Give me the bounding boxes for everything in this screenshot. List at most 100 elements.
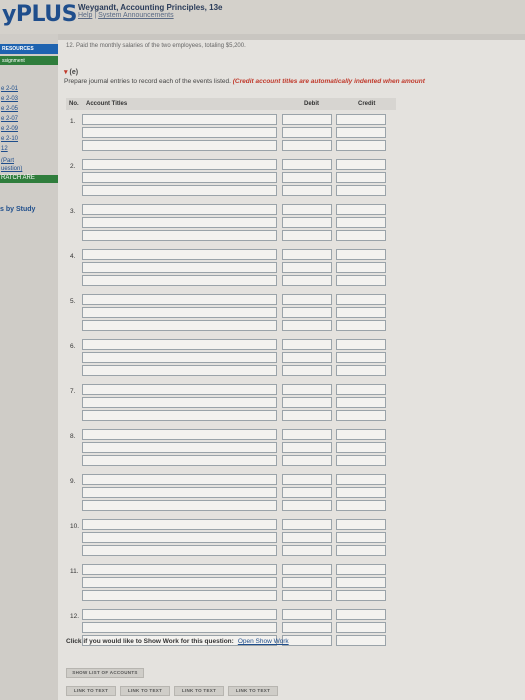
credit-input[interactable] xyxy=(336,500,386,511)
credit-input[interactable] xyxy=(336,545,386,556)
account-title-input[interactable] xyxy=(82,429,277,440)
account-title-input[interactable] xyxy=(82,577,277,588)
sidebar-item-1[interactable]: e 2-03 xyxy=(0,96,58,104)
credit-input[interactable] xyxy=(336,352,386,363)
debit-input[interactable] xyxy=(282,635,332,646)
credit-input[interactable] xyxy=(336,429,386,440)
debit-input[interactable] xyxy=(282,532,332,543)
debit-input[interactable] xyxy=(282,609,332,620)
account-title-input[interactable] xyxy=(82,230,277,241)
credit-input[interactable] xyxy=(336,275,386,286)
debit-input[interactable] xyxy=(282,294,332,305)
debit-input[interactable] xyxy=(282,474,332,485)
account-title-input[interactable] xyxy=(82,320,277,331)
credit-input[interactable] xyxy=(336,635,386,646)
credit-input[interactable] xyxy=(336,487,386,498)
account-title-input[interactable] xyxy=(82,352,277,363)
debit-input[interactable] xyxy=(282,622,332,633)
sidebar-item-4[interactable]: e 2-09 xyxy=(0,126,58,134)
credit-input[interactable] xyxy=(336,127,386,138)
credit-input[interactable] xyxy=(336,320,386,331)
link-to-text-button-1[interactable]: LINK TO TEXT xyxy=(66,686,116,696)
debit-input[interactable] xyxy=(282,500,332,511)
debit-input[interactable] xyxy=(282,442,332,453)
account-title-input[interactable] xyxy=(82,622,277,633)
debit-input[interactable] xyxy=(282,204,332,215)
account-title-input[interactable] xyxy=(82,564,277,575)
part-toggle[interactable]: ▾ (e) xyxy=(64,68,78,76)
credit-input[interactable] xyxy=(336,474,386,485)
debit-input[interactable] xyxy=(282,275,332,286)
credit-input[interactable] xyxy=(336,532,386,543)
debit-input[interactable] xyxy=(282,172,332,183)
debit-input[interactable] xyxy=(282,365,332,376)
link-to-text-button-3[interactable]: LINK TO TEXT xyxy=(174,686,224,696)
credit-input[interactable] xyxy=(336,217,386,228)
debit-input[interactable] xyxy=(282,519,332,530)
account-title-input[interactable] xyxy=(82,172,277,183)
debit-input[interactable] xyxy=(282,262,332,273)
debit-input[interactable] xyxy=(282,140,332,151)
credit-input[interactable] xyxy=(336,622,386,633)
account-title-input[interactable] xyxy=(82,442,277,453)
account-title-input[interactable] xyxy=(82,185,277,196)
account-title-input[interactable] xyxy=(82,532,277,543)
credit-input[interactable] xyxy=(336,204,386,215)
credit-input[interactable] xyxy=(336,159,386,170)
account-title-input[interactable] xyxy=(82,204,277,215)
debit-input[interactable] xyxy=(282,545,332,556)
debit-input[interactable] xyxy=(282,455,332,466)
account-title-input[interactable] xyxy=(82,609,277,620)
help-link[interactable]: Help xyxy=(78,12,92,19)
credit-input[interactable] xyxy=(336,397,386,408)
credit-input[interactable] xyxy=(336,294,386,305)
credit-input[interactable] xyxy=(336,384,386,395)
open-show-work-link[interactable]: Open Show Work xyxy=(238,638,289,645)
sidebar-item-5[interactable]: e 2-10 xyxy=(0,136,58,144)
debit-input[interactable] xyxy=(282,339,332,350)
credit-input[interactable] xyxy=(336,140,386,151)
debit-input[interactable] xyxy=(282,217,332,228)
debit-input[interactable] xyxy=(282,410,332,421)
debit-input[interactable] xyxy=(282,307,332,318)
debit-input[interactable] xyxy=(282,185,332,196)
debit-input[interactable] xyxy=(282,159,332,170)
debit-input[interactable] xyxy=(282,384,332,395)
credit-input[interactable] xyxy=(336,609,386,620)
assignment-header[interactable]: ssignment xyxy=(0,56,58,65)
account-title-input[interactable] xyxy=(82,339,277,350)
account-title-input[interactable] xyxy=(82,114,277,125)
sidebar-item-0[interactable]: e 2-01 xyxy=(0,86,58,94)
debit-input[interactable] xyxy=(282,577,332,588)
debit-input[interactable] xyxy=(282,320,332,331)
sidebar-question-link[interactable]: uestion) xyxy=(0,166,58,174)
resources-header[interactable]: RESOURCES xyxy=(0,44,58,54)
account-title-input[interactable] xyxy=(82,545,277,556)
debit-input[interactable] xyxy=(282,590,332,601)
account-title-input[interactable] xyxy=(82,500,277,511)
account-title-input[interactable] xyxy=(82,262,277,273)
account-title-input[interactable] xyxy=(82,127,277,138)
account-title-input[interactable] xyxy=(82,410,277,421)
sidebar-scratch-link[interactable]: RATCH ARE xyxy=(0,175,58,183)
credit-input[interactable] xyxy=(336,455,386,466)
credit-input[interactable] xyxy=(336,172,386,183)
credit-input[interactable] xyxy=(336,564,386,575)
credit-input[interactable] xyxy=(336,262,386,273)
debit-input[interactable] xyxy=(282,564,332,575)
credit-input[interactable] xyxy=(336,410,386,421)
credit-input[interactable] xyxy=(336,249,386,260)
sidebar-item-2[interactable]: e 2-05 xyxy=(0,106,58,114)
credit-input[interactable] xyxy=(336,365,386,376)
credit-input[interactable] xyxy=(336,230,386,241)
credit-input[interactable] xyxy=(336,577,386,588)
debit-input[interactable] xyxy=(282,127,332,138)
show-list-of-accounts-button[interactable]: SHOW LIST OF ACCOUNTS xyxy=(66,668,144,678)
study-link[interactable]: s by Study xyxy=(0,206,35,213)
credit-input[interactable] xyxy=(336,339,386,350)
credit-input[interactable] xyxy=(336,519,386,530)
account-title-input[interactable] xyxy=(82,140,277,151)
account-title-input[interactable] xyxy=(82,474,277,485)
account-title-input[interactable] xyxy=(82,519,277,530)
debit-input[interactable] xyxy=(282,352,332,363)
